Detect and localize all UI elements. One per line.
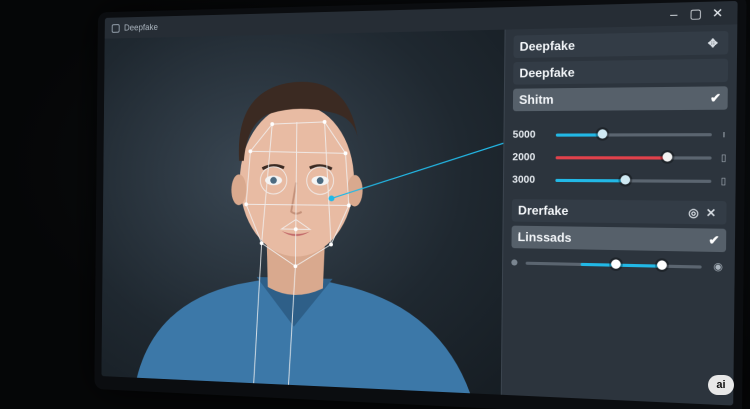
slider-end-icon: ▯ <box>720 151 727 163</box>
app-icon <box>111 23 120 33</box>
panel-header: Deepfake ✥ <box>513 30 729 59</box>
face-preview <box>136 81 504 394</box>
range-track[interactable] <box>525 258 702 270</box>
slider-track[interactable] <box>555 128 712 139</box>
slider-list: 5000 ı 2000 ▯ 3000 ▯ <box>512 122 727 192</box>
monitor: Deepfake – ▢ ✕ Deepfake ✥ Deepfake Shitm… <box>94 0 747 409</box>
slider-value: 5000 <box>512 128 536 141</box>
range-knob-low[interactable] <box>611 258 622 269</box>
slider-knob[interactable] <box>620 174 630 185</box>
slider-row: 3000 ▯ <box>512 168 727 192</box>
minimize-icon[interactable]: – <box>663 2 685 26</box>
section-dropdown-value: Linssads <box>517 229 572 246</box>
section-title: Drerfake <box>517 203 569 219</box>
slider-row: 5000 ı <box>513 122 728 146</box>
eye-icon[interactable]: ◉ <box>710 261 726 273</box>
slider-knob[interactable] <box>662 151 673 162</box>
slider-fill <box>555 178 625 182</box>
stage: Deepfake – ▢ ✕ Deepfake ✥ Deepfake Shitm… <box>0 0 750 409</box>
range-fill <box>580 262 662 268</box>
close-icon[interactable]: ✕ <box>706 1 728 25</box>
remove-icon[interactable]: ✕ <box>702 206 720 220</box>
app-window: Deepfake – ▢ ✕ Deepfake ✥ Deepfake Shitm… <box>101 0 738 406</box>
maximize-icon[interactable]: ▢ <box>685 2 707 26</box>
section-dropdown[interactable]: Linssads ✔ <box>511 225 727 253</box>
slider-fill <box>555 155 668 160</box>
slider-row: 2000 ▯ <box>512 146 727 169</box>
model-header-label: Deepfake <box>519 65 575 81</box>
range-knob-high[interactable] <box>657 259 668 270</box>
video-viewport[interactable] <box>101 29 505 395</box>
ai-badge: ai <box>708 375 734 395</box>
slider-knob[interactable] <box>597 128 608 139</box>
slider-value: 3000 <box>512 174 536 186</box>
slider-end-icon: ▯ <box>720 175 727 186</box>
settings-icon[interactable]: ◎ <box>685 205 703 220</box>
slider-value: 2000 <box>512 151 536 163</box>
control-panel: Deepfake ✥ Deepfake Shitm ✔ 5000 ı 2000 … <box>500 24 738 406</box>
section-header: Drerfake ◎ ✕ <box>511 199 727 225</box>
window-title: Deepfake <box>123 22 159 33</box>
check-icon: ✔ <box>709 90 722 106</box>
panel-header-label: Deepfake <box>519 38 576 54</box>
slider-fill <box>555 132 602 137</box>
model-header: Deepfake <box>513 58 729 85</box>
range-start-icon <box>511 259 518 266</box>
slider-end-icon: ı <box>722 128 726 140</box>
slider-track[interactable] <box>555 151 712 162</box>
mode-dropdown-value: Shitm <box>519 92 554 108</box>
pin-icon[interactable]: ✥ <box>704 36 722 50</box>
range-slider: ◉ <box>511 252 726 277</box>
check-icon: ✔ <box>708 232 720 248</box>
slider-track[interactable] <box>555 174 712 185</box>
mode-dropdown[interactable]: Shitm ✔ <box>512 86 728 112</box>
